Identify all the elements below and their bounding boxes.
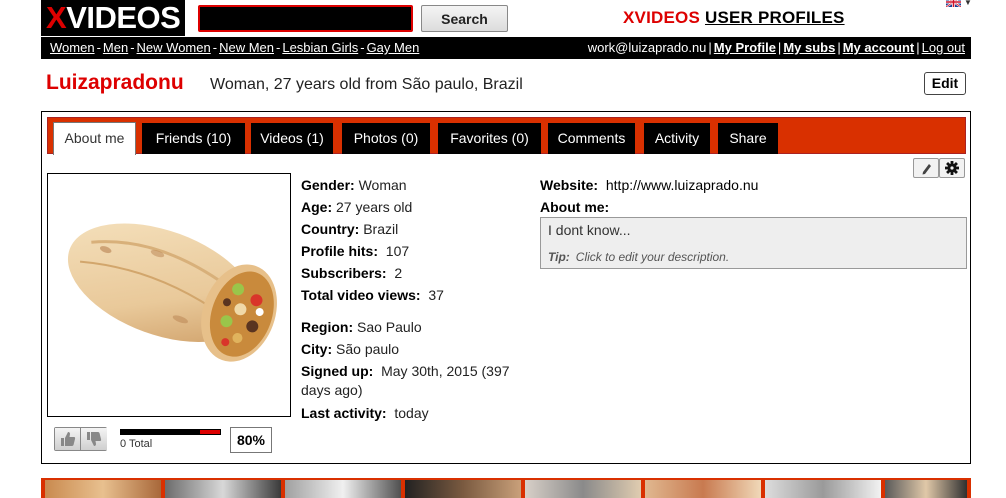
about-section: Website: http://www.luizaprado.nu About … [540,174,758,218]
tab-videos[interactable]: Videos (1) [251,123,333,154]
profile-username: Luizapradonu [46,71,184,94]
user-email: work@luizaprado.nu [587,40,707,55]
description-tip: Tip: Click to edit your description. [548,250,730,264]
log-out-link[interactable]: Log out [922,40,965,55]
website-row: Website: http://www.luizaprado.nu [540,177,759,193]
edit-pencil-button[interactable] [913,158,939,178]
search-button[interactable]: Search [421,5,508,32]
nav-women[interactable]: Women [50,40,95,55]
settings-button[interactable] [939,158,965,178]
my-account-link[interactable]: My account [843,40,915,55]
video-thumbnail[interactable] [885,480,967,498]
info-profile-hits: Profile hits: 107 [301,243,410,259]
profile-avatar[interactable] [47,173,291,417]
rating-percent: 80% [230,427,272,453]
info-signed-up: Signed up: May 30th, 2015 (397 days ago) [301,363,510,398]
info-country: Country: Brazil [301,221,399,237]
nav-gay-men[interactable]: Gay Men [367,40,420,55]
account-links: work@luizaprado.nu | My Profile | My subs | My… [587,40,965,55]
tab-activity[interactable]: Activity [644,123,710,154]
tab-photos[interactable]: Photos (0) [342,123,430,154]
category-links: Women - Men - New Women - New Men - Lesbian Girl… [50,40,420,55]
edit-profile-button[interactable]: Edit [924,72,966,95]
my-profile-link[interactable]: My Profile [714,40,776,55]
tab-friends[interactable]: Friends (10) [142,123,245,154]
site-logo[interactable]: XVIDEOS [41,0,185,36]
info-last-activity: Last activity: today [301,405,429,421]
thumbs-down-button[interactable] [81,428,107,450]
rating-total: 0 Total [120,438,153,450]
profile-tabs: About me Friends (10) Videos (1) Photos … [47,117,966,155]
info-age: Age: 27 years old [301,199,413,215]
video-thumbnail[interactable] [165,480,281,498]
description-box[interactable]: I dont know... Tip: Click to edit your de… [540,217,967,269]
avatar-image [67,223,277,362]
video-thumbnail[interactable] [45,480,161,498]
thumbs-up-icon [61,432,76,446]
nav-lesbian-girls[interactable]: Lesbian Girls [282,40,358,55]
video-thumbnail-strip [41,478,971,498]
video-thumbnail[interactable] [645,480,761,498]
rating-bar-negative [200,430,220,434]
site-header: XVIDEOS Search XVIDEOS USER PROFILES ▼ Wo… [41,0,972,60]
nav-men[interactable]: Men [103,40,128,55]
info-subscribers: Subscribers: 2 [301,265,403,281]
tab-share[interactable]: Share [718,123,778,154]
my-subs-link[interactable]: My subs [783,40,835,55]
search-input[interactable] [198,5,413,32]
video-thumbnail[interactable] [405,480,521,498]
profile-info: Gender: Woman Age: 27 years old Country:… [301,174,526,424]
info-gender: Gender: Woman [301,177,407,193]
info-region: Region: Sao Paulo [301,319,422,335]
nav-new-men[interactable]: New Men [219,40,274,55]
language-dropdown-icon[interactable]: ▼ [964,0,972,7]
video-thumbnail[interactable] [525,480,641,498]
tab-favorites[interactable]: Favorites (0) [438,123,541,154]
user-profiles-link[interactable]: USER PROFILES [705,8,845,27]
profile-summary: Woman, 27 years old from São paulo, Braz… [210,76,523,93]
gear-icon [945,161,959,175]
profile-panel: About me Friends (10) Videos (1) Photos … [41,111,971,464]
video-thumbnail[interactable] [765,480,881,498]
tab-about-me[interactable]: About me [53,122,136,155]
about-me-label: About me: [540,199,610,215]
section-title: XVIDEOS USER PROFILES [623,8,845,27]
thumbs-up-button[interactable] [55,428,81,450]
pencil-icon [922,164,931,175]
website-link[interactable]: http://www.luizaprado.nu [606,177,759,193]
info-city: City: São paulo [301,341,400,357]
rating-bar [120,429,221,435]
video-thumbnail[interactable] [285,480,401,498]
vote-buttons [54,427,107,451]
nav-new-women[interactable]: New Women [137,40,211,55]
info-total-views: Total video views: 37 [301,287,444,303]
top-navbar: Women - Men - New Women - New Men - Lesbian Girl… [41,37,971,59]
uk-flag-icon[interactable] [946,0,961,7]
tab-comments[interactable]: Comments [548,123,635,154]
thumbs-down-icon [87,432,102,446]
description-text: I dont know... [548,222,631,238]
